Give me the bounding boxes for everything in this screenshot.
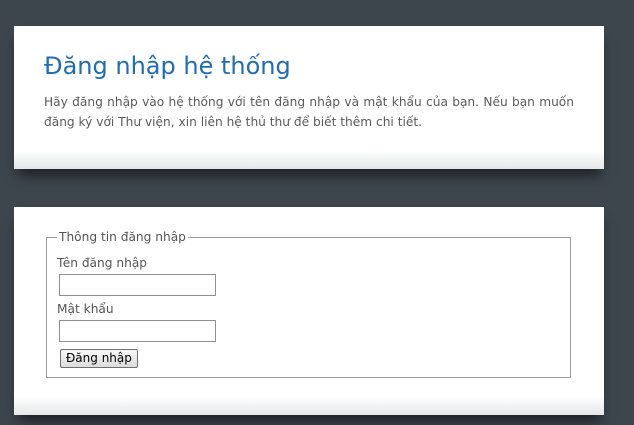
intro-panel: Đăng nhập hệ thống Hãy đăng nhập vào hệ …: [14, 26, 604, 169]
username-input[interactable]: [59, 274, 216, 296]
login-fieldset-legend: Thông tin đăng nhập: [57, 229, 188, 245]
page-title: Đăng nhập hệ thống: [44, 52, 291, 80]
intro-description: Hãy đăng nhập vào hệ thống với tên đăng …: [44, 95, 574, 129]
login-panel: Thông tin đăng nhập Tên đăng nhập Mật kh…: [14, 207, 604, 415]
login-button[interactable]: Đăng nhập: [60, 349, 138, 368]
password-input[interactable]: [59, 320, 216, 342]
password-label: Mật khẩu: [57, 302, 114, 316]
username-label: Tên đăng nhập: [57, 256, 148, 270]
login-fieldset: Thông tin đăng nhập Tên đăng nhập Mật kh…: [46, 229, 571, 378]
